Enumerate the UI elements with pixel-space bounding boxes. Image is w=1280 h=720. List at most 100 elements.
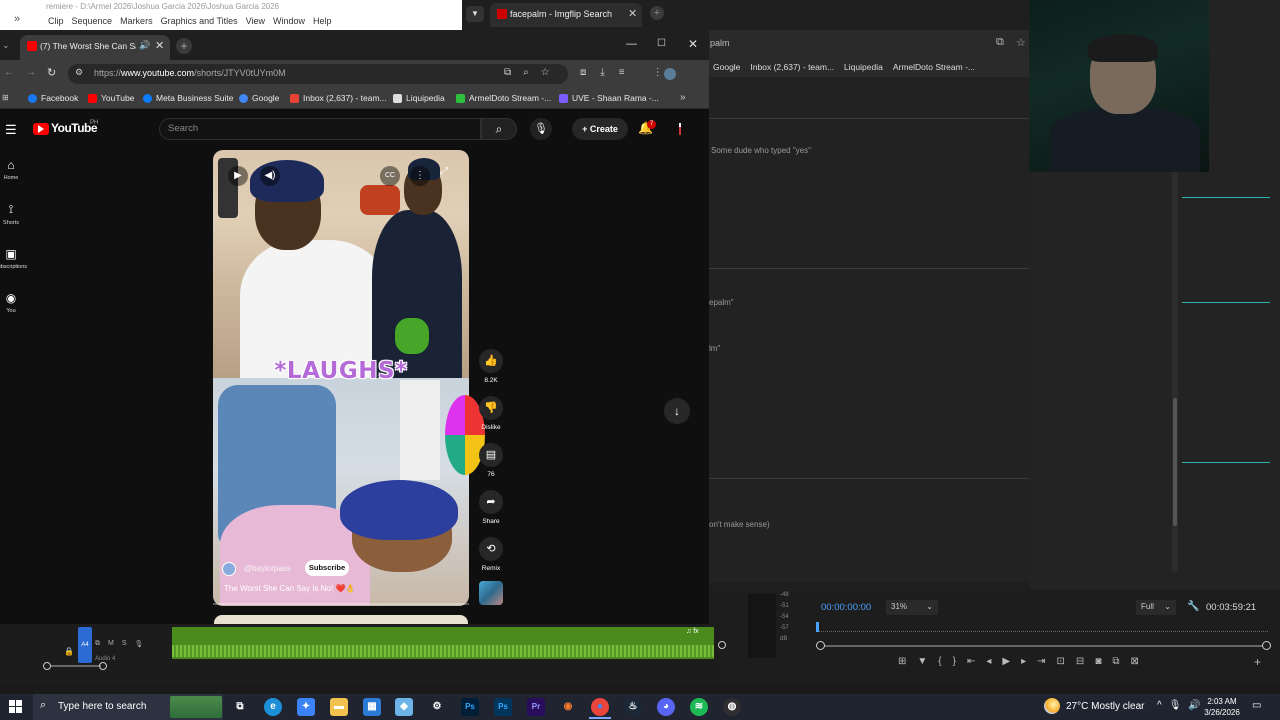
cast-icon[interactable]: ⧉ <box>504 67 511 78</box>
subscribe-button[interactable]: Subscribe <box>305 560 349 576</box>
site-info-icon[interactable]: ⚙ <box>75 67 83 78</box>
expand-chevron-icon[interactable]: » <box>14 13 20 25</box>
multi-view-icon[interactable]: ⊠ <box>1131 656 1139 667</box>
menu-help[interactable]: Help <box>313 16 332 26</box>
sound-thumbnail[interactable] <box>479 581 503 605</box>
microphone-icon[interactable]: 🎙 <box>1169 700 1182 711</box>
zoom-icon[interactable]: ⌕ <box>523 67 529 78</box>
playhead-timecode[interactable]: 00:00:00:00 <box>821 602 871 613</box>
like-button[interactable]: 👍 8.2K <box>478 349 504 384</box>
sidebar-item-shorts[interactable]: ⟟ Shorts <box>0 202 22 226</box>
bookmark-inbox[interactable]: Inbox (2,637) - team... <box>290 93 387 103</box>
obs-icon[interactable]: ◍ <box>723 698 741 716</box>
search-highlight-image[interactable] <box>170 696 222 718</box>
menu-markers[interactable]: Markers <box>120 16 153 26</box>
time-ruler[interactable] <box>816 622 1268 632</box>
download-icon[interactable]: ⤓ <box>600 67 604 78</box>
comparison-view-icon[interactable]: ⧉ <box>1112 656 1119 667</box>
new-tab-button[interactable]: + <box>650 6 664 20</box>
menu-clip[interactable]: Clip <box>48 16 64 26</box>
play-icon[interactable]: ▶ <box>1002 656 1010 667</box>
export-frame-icon[interactable]: ◙ <box>1095 656 1101 667</box>
zoom-scroll-bar[interactable] <box>820 645 1268 647</box>
menu-kebab-icon[interactable]: ⋮ <box>653 67 663 78</box>
spotify-icon[interactable]: ≋ <box>690 698 708 716</box>
tray-overflow-icon[interactable]: ^ <box>1157 700 1162 711</box>
menu-graphics-and-titles[interactable]: Graphics and Titles <box>161 16 238 26</box>
bookmark-google[interactable]: Google <box>239 93 279 103</box>
next-short-preview[interactable] <box>214 615 468 624</box>
resolution-select[interactable]: Full ⌄ <box>1136 600 1176 615</box>
dislike-button[interactable]: 👎 Dislike <box>478 396 504 431</box>
sidebar-item-home[interactable]: ⌂ Home <box>0 158 22 181</box>
timeline-zoom-handle-left[interactable] <box>43 662 51 670</box>
menu-view[interactable]: View <box>246 16 265 26</box>
zoom-handle-left[interactable] <box>816 641 825 650</box>
new-tab-button[interactable]: + <box>176 38 192 54</box>
copilot-icon[interactable]: ✦ <box>297 698 315 716</box>
insert-icon[interactable]: ⊡ <box>1057 656 1065 667</box>
account-avatar[interactable] <box>675 122 685 136</box>
channel-name[interactable]: @baylorpass <box>244 564 291 573</box>
mute-button[interactable]: M <box>108 640 114 648</box>
url-text[interactable]: https://www.youtube.com/shorts/JTYV0tUYm… <box>94 68 286 78</box>
media-controls-icon[interactable]: ≡ <box>619 67 625 78</box>
playhead[interactable] <box>816 622 819 632</box>
task-view-icon[interactable]: ⧉ <box>231 698 249 716</box>
window-close-icon[interactable]: ✕ <box>688 37 698 51</box>
tab-search-icon[interactable]: ⌄ <box>2 40 10 51</box>
bookmark-meta-business-suite[interactable]: Meta Business Suite <box>143 93 233 103</box>
app-icon[interactable]: ◆ <box>395 698 413 716</box>
timeline-zoom-bar[interactable] <box>51 665 101 667</box>
photoshop-icon[interactable]: Ps <box>461 698 479 716</box>
voice-search-button[interactable]: 🎙 <box>530 118 552 140</box>
video-progress-bar[interactable] <box>213 603 469 605</box>
edge-icon[interactable]: e <box>264 698 282 716</box>
bookmark-uve[interactable]: UVE - Shaan Rama -... <box>559 93 659 103</box>
search-button[interactable]: ⌕ <box>481 118 517 140</box>
chrome-icon[interactable]: ● <box>591 698 609 716</box>
share-button[interactable]: ➦ Share <box>478 490 504 525</box>
apps-grid-icon[interactable]: ⊞ <box>2 93 9 102</box>
close-icon[interactable]: ✕ <box>628 7 637 20</box>
bookmark-facebook[interactable]: Facebook <box>28 93 78 103</box>
lift-icon[interactable]: ⊞ <box>898 656 906 667</box>
mark-in-icon[interactable]: { <box>938 656 941 667</box>
menu-window[interactable]: Window <box>273 16 305 26</box>
add-button-icon[interactable]: + <box>1254 655 1261 669</box>
zoom-handle-right[interactable] <box>1262 641 1271 650</box>
bookmark-google[interactable]: Google <box>713 62 740 72</box>
bookmark-star-icon[interactable]: ☆ <box>541 67 550 78</box>
bookmark-liquipedia[interactable]: Liquipedia <box>393 93 445 103</box>
marker-icon[interactable]: ▼ <box>917 656 927 667</box>
bookmark-armeldoto-stream[interactable]: ArmelDoto Stream -... <box>456 93 551 103</box>
bookmark-star-icon[interactable]: ☆ <box>1016 36 1026 49</box>
comments-button[interactable]: ▤ 76 <box>478 443 504 478</box>
sidebar-item-you[interactable]: ◉ You <box>0 291 22 314</box>
blender-icon[interactable]: ◉ <box>559 698 577 716</box>
volume-icon[interactable]: ◀) <box>260 166 280 186</box>
voiceover-mic-icon[interactable]: 🎙 <box>135 640 144 648</box>
install-icon[interactable]: ⧉ <box>996 36 1004 49</box>
more-bookmarks-icon[interactable]: » <box>680 92 686 103</box>
zoom-select[interactable]: 31% ⌄ <box>886 600 938 615</box>
discord-icon[interactable]: ◕ <box>657 698 675 716</box>
bookmark-liquipedia[interactable]: Liquipedia <box>844 62 883 72</box>
sidebar-item-subscriptions[interactable]: ▣ Subscriptions <box>0 247 27 270</box>
timeline-zoom-handle-right[interactable] <box>99 662 107 670</box>
photoshop2-icon[interactable]: Ps <box>494 698 512 716</box>
imgflip-url-fragment[interactable]: palm <box>710 38 730 48</box>
solo-button[interactable]: S <box>122 640 127 648</box>
bookmark-youtube[interactable]: YouTube <box>88 93 134 103</box>
hamburger-menu-icon[interactable]: ☰ <box>5 122 17 138</box>
go-to-in-icon[interactable]: ⇤ <box>967 656 975 667</box>
maximize-icon[interactable]: ☐ <box>657 38 666 49</box>
bookmark-inbox[interactable]: Inbox (2,637) - team... <box>750 62 834 72</box>
scrollbar-thumb[interactable] <box>1173 398 1177 526</box>
premiere-icon[interactable]: Pr <box>527 698 545 716</box>
step-back-icon[interactable]: ◂ <box>986 656 991 667</box>
overwrite-icon[interactable]: ⊟ <box>1076 656 1084 667</box>
mark-out-icon[interactable]: } <box>953 656 956 667</box>
steam-icon[interactable]: ♨ <box>624 698 642 716</box>
search-input[interactable] <box>159 118 481 140</box>
